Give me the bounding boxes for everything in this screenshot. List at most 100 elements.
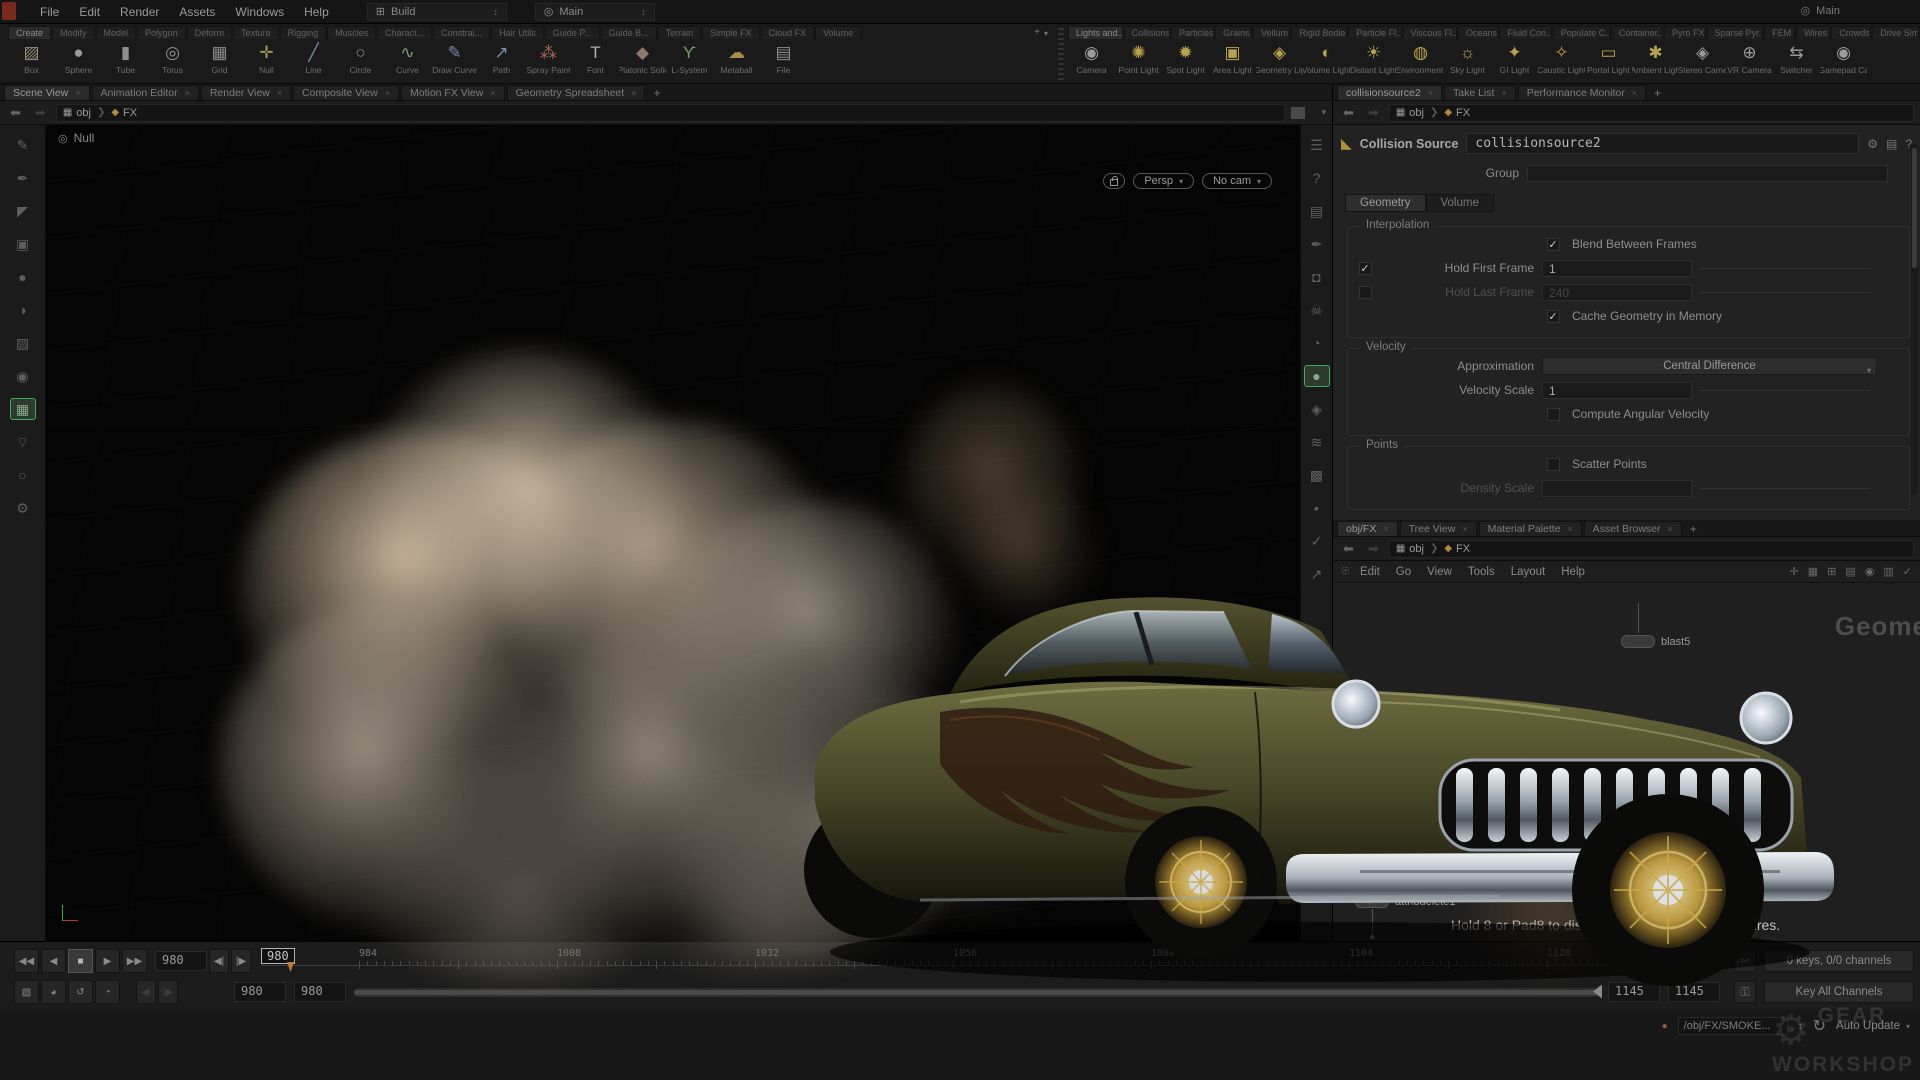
shelf-tool[interactable]: ◆Platonic Solids <box>619 41 666 83</box>
shelf-tool[interactable]: ▣Area Light <box>1209 41 1256 83</box>
shelf-tool[interactable]: ◍Environment Light <box>1397 41 1444 83</box>
close-tab-icon[interactable]: × <box>1667 524 1672 534</box>
shelf-tool[interactable]: ✱Ambient Light <box>1632 41 1679 83</box>
net-add-icon[interactable]: ✛ <box>1790 565 1799 578</box>
node-shape[interactable]: ✗ <box>1355 895 1389 908</box>
node-blast5[interactable]: blast5 <box>1621 635 1690 648</box>
key-icon[interactable]: ⚿ <box>1734 981 1756 1003</box>
close-tab-icon[interactable]: × <box>1632 88 1637 98</box>
shelf-tool[interactable]: TFont <box>572 41 619 83</box>
node-shape[interactable] <box>1621 635 1655 648</box>
approximation-dropdown[interactable]: Central Difference▾ <box>1542 357 1877 375</box>
shelf-tab[interactable]: Texture <box>233 26 279 39</box>
breadcrumb-fx[interactable]: ◆FX <box>1444 543 1470 555</box>
back-button[interactable]: ⬅ <box>1339 541 1358 557</box>
shaded-icon[interactable]: ▩ <box>1305 465 1329 485</box>
shelf-divider-handle[interactable] <box>1058 28 1064 80</box>
radial-menu-selector[interactable]: ◎ Main ↕ <box>535 3 655 21</box>
global-range-start-field[interactable]: 980 <box>234 982 286 1002</box>
shelf-tool[interactable]: ☼Sky Light <box>1444 41 1491 83</box>
pane-tab[interactable]: Animation Editor× <box>92 85 199 100</box>
back-button[interactable]: ⬅ <box>6 105 25 121</box>
menu-item[interactable]: Edit <box>69 2 110 22</box>
blend-between-frames-checkbox[interactable]: ✓ <box>1547 238 1560 251</box>
rotate-tool-icon[interactable]: ◑ <box>11 300 35 320</box>
forward-button[interactable]: ➡ <box>1364 541 1383 557</box>
desktop-selector[interactable]: ⊞ Build ↕ <box>367 3 507 21</box>
node-attribdelete1[interactable]: ✗ attribdelete1 <box>1355 895 1456 908</box>
spinner-icon[interactable]: ↕ <box>493 7 498 17</box>
snapshot-icon[interactable]: ▤ <box>1305 201 1329 221</box>
shelf-tool[interactable]: ✎Draw Curve <box>431 41 478 83</box>
add-shelf-button[interactable]: + <box>1034 27 1040 38</box>
menu-item[interactable]: View <box>1419 564 1460 580</box>
shelf-tab[interactable]: FEM <box>1764 26 1795 39</box>
menu-item[interactable]: File <box>30 2 69 22</box>
move-tool-icon[interactable]: ● <box>11 267 35 287</box>
shelf-tool[interactable]: ▦Grid <box>196 41 243 83</box>
help-icon[interactable]: ? <box>1305 168 1329 188</box>
shelf-tab[interactable]: Constrai... <box>433 26 490 39</box>
hold-first-frame-toggle[interactable]: ✓ <box>1359 262 1372 275</box>
shelf-tab[interactable]: Collisions <box>1124 26 1170 39</box>
shelf-tab[interactable]: Particle Fl... <box>1348 26 1401 39</box>
annotate-icon[interactable]: ✒ <box>1305 234 1329 254</box>
shelf-tool[interactable]: ϒL-System <box>666 41 713 83</box>
close-tab-icon[interactable]: × <box>1462 524 1467 534</box>
hold-first-frame-field[interactable]: 1 <box>1542 260 1692 277</box>
pane-tab[interactable]: obj/FX× <box>1337 521 1398 536</box>
fast-forward-button[interactable]: ▶▶ <box>122 949 147 973</box>
shelf-tool[interactable]: ●Sphere <box>55 41 102 83</box>
close-tab-icon[interactable]: × <box>1428 88 1433 98</box>
path-field[interactable]: ▦obj ❯ ◆FX <box>1389 540 1914 558</box>
pane-tab[interactable]: collisionsource2× <box>1337 85 1442 100</box>
breadcrumb-obj[interactable]: ▦obj <box>1396 543 1424 555</box>
shelf-tool[interactable]: ▭Portal Light <box>1585 41 1632 83</box>
density-scale-field[interactable] <box>1542 480 1692 497</box>
shelf-tab[interactable]: Simple FX <box>702 26 760 39</box>
shelf-tool[interactable]: ↗Path <box>478 41 525 83</box>
net-color-icon[interactable]: ◉ <box>1865 565 1875 578</box>
pointer-icon[interactable]: ↗ <box>1305 564 1329 584</box>
playback-range-slider[interactable] <box>354 988 1600 997</box>
network-canvas[interactable]: Geome blast5 ✗ attribdelete1 Hold 8 or P… <box>1333 583 1920 939</box>
shelf-tab[interactable]: Volume <box>815 26 861 39</box>
forward-button[interactable]: ➡ <box>1364 105 1383 121</box>
new-pane-tab-button[interactable]: + <box>647 86 666 100</box>
net-list-icon[interactable]: ▤ <box>1845 565 1855 578</box>
pane-tab[interactable]: Geometry Spreadsheet× <box>507 85 646 100</box>
pane-tab[interactable]: Material Palette× <box>1479 521 1582 536</box>
camera-selector[interactable]: No cam▾ <box>1202 173 1272 189</box>
view-selector[interactable]: Persp▾ <box>1133 173 1194 189</box>
shelf-tab[interactable]: Muscles <box>327 26 376 39</box>
shelf-tab[interactable]: Rigging <box>280 26 327 39</box>
shelf-tab[interactable]: Cloud FX <box>761 26 815 39</box>
shelf-tab[interactable]: Particles <box>1171 26 1214 39</box>
menu-item[interactable]: Render <box>110 2 169 22</box>
keys-channels-button[interactable]: 0 keys, 0/0 channels <box>1764 950 1914 972</box>
shelf-tab[interactable]: Modify <box>52 26 95 39</box>
close-tab-icon[interactable]: × <box>385 88 390 98</box>
path-field[interactable]: ▦obj ❯ ◆FX <box>1389 104 1914 122</box>
lasso-tool-icon[interactable]: ○ <box>11 465 35 485</box>
shelf-menu-arrow[interactable]: ▾ <box>1044 29 1048 38</box>
step-forward-button[interactable]: |▶ <box>231 949 251 973</box>
range-handle[interactable] <box>1593 985 1602 999</box>
playback-range-start-field[interactable]: 980 <box>294 982 346 1002</box>
menu-item[interactable]: Layout <box>1503 564 1554 580</box>
display-points-icon[interactable]: ● <box>1305 366 1329 386</box>
loop-icon[interactable]: ↺ <box>68 980 93 1004</box>
rewind-button[interactable]: ◀◀ <box>14 949 39 973</box>
pane-tab[interactable]: Motion FX View× <box>401 85 505 100</box>
top-right-label[interactable]: Main <box>1816 5 1840 17</box>
realtime-icon[interactable]: ◔ <box>95 980 120 1004</box>
close-tab-icon[interactable]: × <box>75 88 80 98</box>
breadcrumb-obj[interactable]: ▦obj <box>1396 107 1424 119</box>
shelf-tab[interactable]: Create <box>8 26 51 39</box>
shelf-tool[interactable]: ✛Null <box>243 41 290 83</box>
close-tab-icon[interactable]: × <box>185 88 190 98</box>
ghost-objects-icon[interactable]: ◔ <box>1305 333 1329 353</box>
scale-tool-icon[interactable]: ▨ <box>11 333 35 353</box>
shelf-tool[interactable]: ▮Tube <box>102 41 149 83</box>
shelf-tool[interactable]: ▤File <box>760 41 807 83</box>
